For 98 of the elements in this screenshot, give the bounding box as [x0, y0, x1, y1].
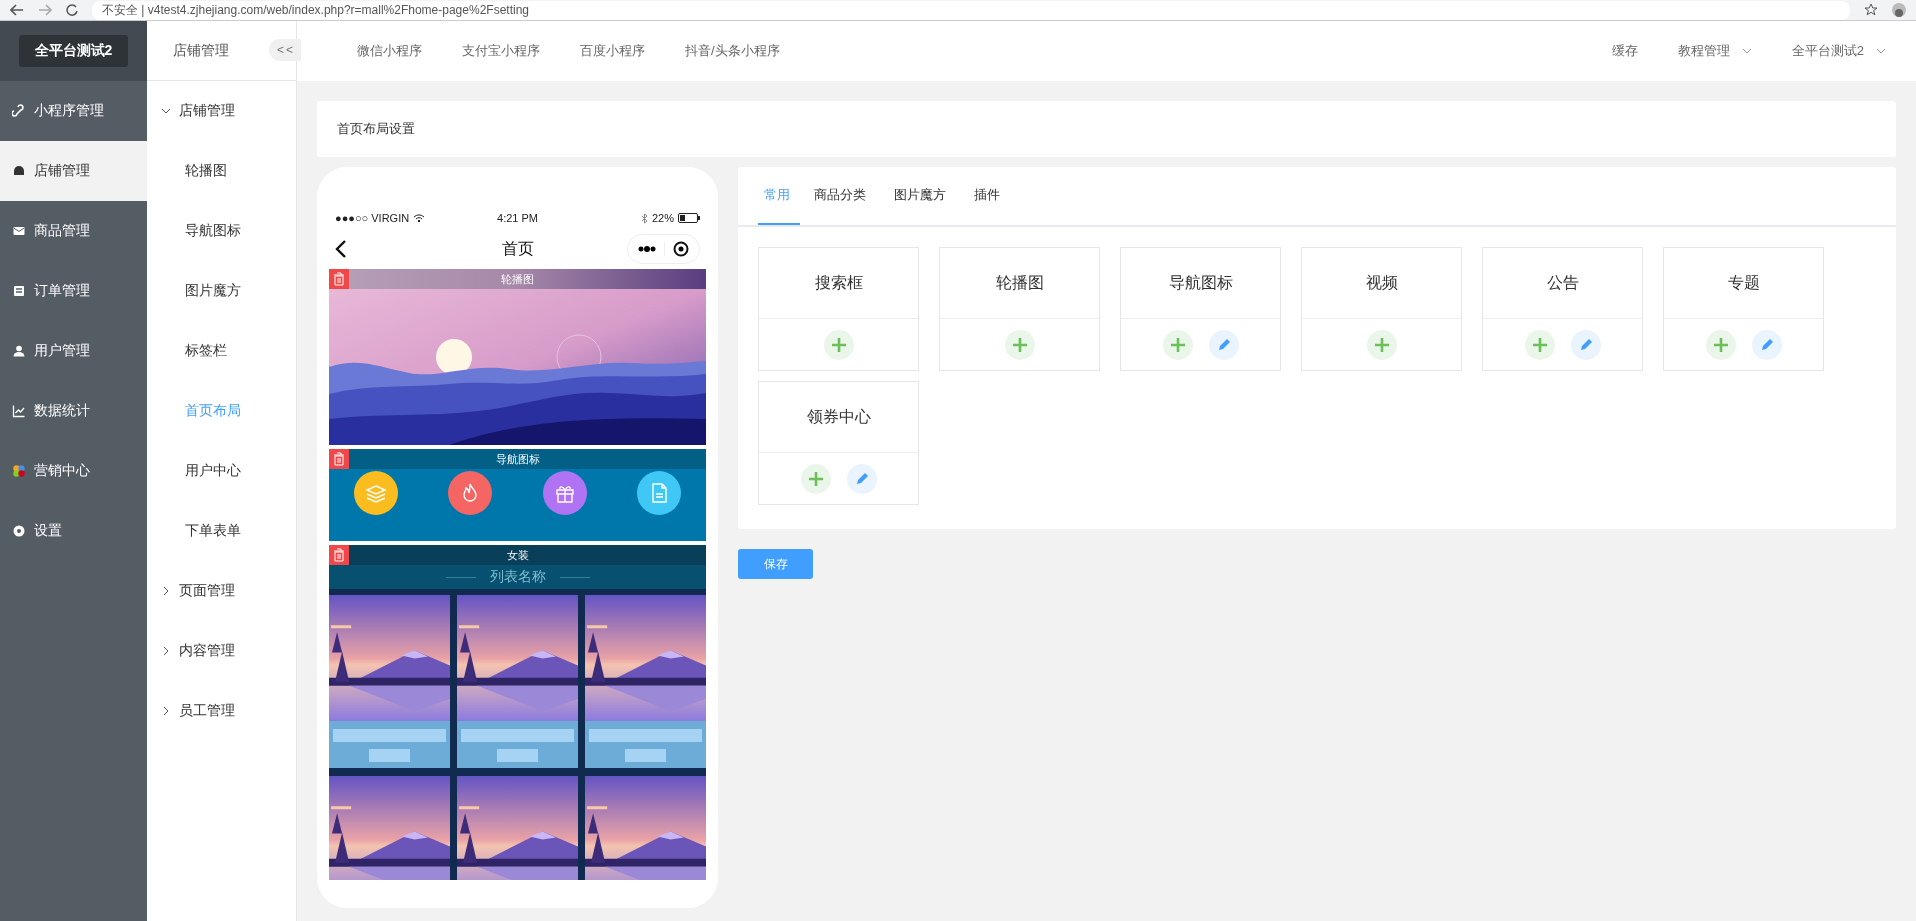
plus-icon: [1373, 336, 1390, 353]
more-icon[interactable]: [638, 246, 656, 252]
star-icon[interactable]: [1864, 3, 1878, 17]
clipboard-icon: [12, 284, 26, 298]
line-chart-icon: [12, 404, 26, 418]
add-button[interactable]: [1524, 329, 1555, 360]
menu-group[interactable]: 页面管理: [147, 561, 296, 621]
chevron-right-icon: [161, 706, 171, 716]
submenu-item[interactable]: 导航图标: [147, 201, 296, 261]
header-link[interactable]: 缓存: [1611, 42, 1638, 60]
user-icon: [12, 344, 26, 358]
chevron-down-icon[interactable]: [1876, 48, 1886, 54]
add-button[interactable]: [1004, 329, 1035, 360]
layers-icon[interactable]: [354, 471, 399, 515]
block-label: 轮播图: [501, 271, 534, 287]
text-placeholder: [624, 749, 667, 762]
back-icon[interactable]: [10, 4, 24, 16]
breadcrumb: 首页布局设置: [337, 120, 415, 138]
sidebar-item[interactable]: 用户管理: [0, 321, 147, 381]
component-name: 领券中心: [806, 406, 871, 427]
gear-icon: [12, 524, 26, 538]
collapse-button[interactable]: <<: [269, 39, 301, 61]
battery-label: 22%: [651, 212, 674, 224]
sidebar-item[interactable]: 订单管理: [0, 261, 147, 321]
chevron-down-icon[interactable]: [1741, 48, 1752, 54]
submenu-item[interactable]: 图片魔方: [147, 261, 296, 321]
component-name: 视频: [1365, 272, 1398, 293]
header-link[interactable]: 全平台测试2: [1791, 42, 1886, 60]
sidebar-item[interactable]: 设置: [0, 501, 147, 561]
component-name: 公告: [1546, 272, 1579, 293]
plus-icon: [1011, 336, 1028, 353]
plus-icon: [1169, 336, 1186, 353]
sidebar-item[interactable]: 商品管理: [0, 201, 147, 261]
edit-button[interactable]: [1570, 329, 1601, 360]
add-button[interactable]: [1366, 329, 1397, 360]
list-heading: 列表名称: [489, 568, 546, 586]
text-placeholder: [496, 749, 539, 762]
panel-tab[interactable]: 图片魔方: [880, 167, 960, 225]
header-link[interactable]: 教程管理: [1677, 42, 1752, 60]
target-icon[interactable]: [673, 241, 689, 257]
platform-tab[interactable]: 微信小程序: [337, 42, 442, 60]
panel-tab[interactable]: 插件: [960, 167, 1014, 225]
store-icon: [12, 164, 26, 178]
add-button[interactable]: [823, 329, 854, 360]
edit-button[interactable]: [1751, 329, 1782, 360]
forward-icon[interactable]: [38, 4, 52, 16]
sidebar-item[interactable]: 小程序管理: [0, 81, 147, 141]
envelope-icon: [12, 224, 26, 238]
sidebar-item[interactable]: 店铺管理: [0, 141, 147, 201]
sidebar-item[interactable]: 数据统计: [0, 381, 147, 441]
add-button[interactable]: [1162, 329, 1193, 360]
add-button[interactable]: [800, 463, 831, 494]
wifi-icon: [413, 213, 426, 223]
platform-tab[interactable]: 抖音/头条小程序: [665, 42, 800, 60]
address-bar[interactable]: 不安全 | v4test4.zjhejiang.com/web/index.php?r=mall%2Fhome-page%2Fsetting: [92, 0, 1850, 20]
plus-icon: [1712, 336, 1729, 353]
bluetooth-icon: [640, 212, 648, 224]
chevron-right-icon: [161, 646, 171, 656]
component-name: 轮播图: [995, 272, 1044, 293]
menu-group[interactable]: 店铺管理: [147, 81, 296, 141]
block-label: 导航图标: [495, 451, 540, 467]
carrier-label: ●●●○○ VIRGIN: [335, 212, 410, 224]
platform-tab[interactable]: 支付宝小程序: [442, 42, 560, 60]
panel-tab[interactable]: 商品分类: [800, 167, 880, 225]
submenu-item[interactable]: 下单表单: [147, 501, 296, 561]
reload-icon[interactable]: [66, 4, 78, 16]
back-icon[interactable]: [335, 240, 347, 258]
plus-icon: [807, 470, 824, 487]
platform-tab[interactable]: 百度小程序: [560, 42, 665, 60]
sidebar-item[interactable]: 营销中心: [0, 441, 147, 501]
block-label: 女装: [506, 547, 529, 563]
chevron-right-icon: [161, 586, 171, 596]
menu-group[interactable]: 员工管理: [147, 681, 296, 741]
submenu-item[interactable]: 标签栏: [147, 321, 296, 381]
submenu-title: 店铺管理: [173, 41, 229, 60]
edit-button[interactable]: [1208, 329, 1239, 360]
submenu-item[interactable]: 用户中心: [147, 441, 296, 501]
menu-group[interactable]: 内容管理: [147, 621, 296, 681]
component-name: 专题: [1727, 272, 1760, 293]
edit-button[interactable]: [846, 463, 877, 494]
add-button[interactable]: [1705, 329, 1736, 360]
avatar-icon[interactable]: [1892, 3, 1906, 17]
chevron-down-icon: [161, 106, 171, 116]
clock-label: 4:21 PM: [497, 212, 538, 224]
link-icon: [12, 104, 26, 118]
component-name: 搜索框: [814, 272, 863, 293]
battery-icon: [678, 213, 700, 223]
page-title: 首页: [501, 238, 534, 259]
brand-label: 全平台测试2: [18, 35, 129, 67]
text-placeholder: [368, 749, 411, 762]
plus-icon: [1531, 336, 1548, 353]
colored-dots-icon: [12, 464, 26, 478]
submenu-item[interactable]: 轮播图: [147, 141, 296, 201]
gift-icon[interactable]: [542, 471, 587, 515]
plus-icon: [830, 336, 847, 353]
flame-icon[interactable]: [448, 471, 493, 515]
component-name: 导航图标: [1168, 272, 1233, 293]
document-icon[interactable]: [636, 471, 681, 515]
